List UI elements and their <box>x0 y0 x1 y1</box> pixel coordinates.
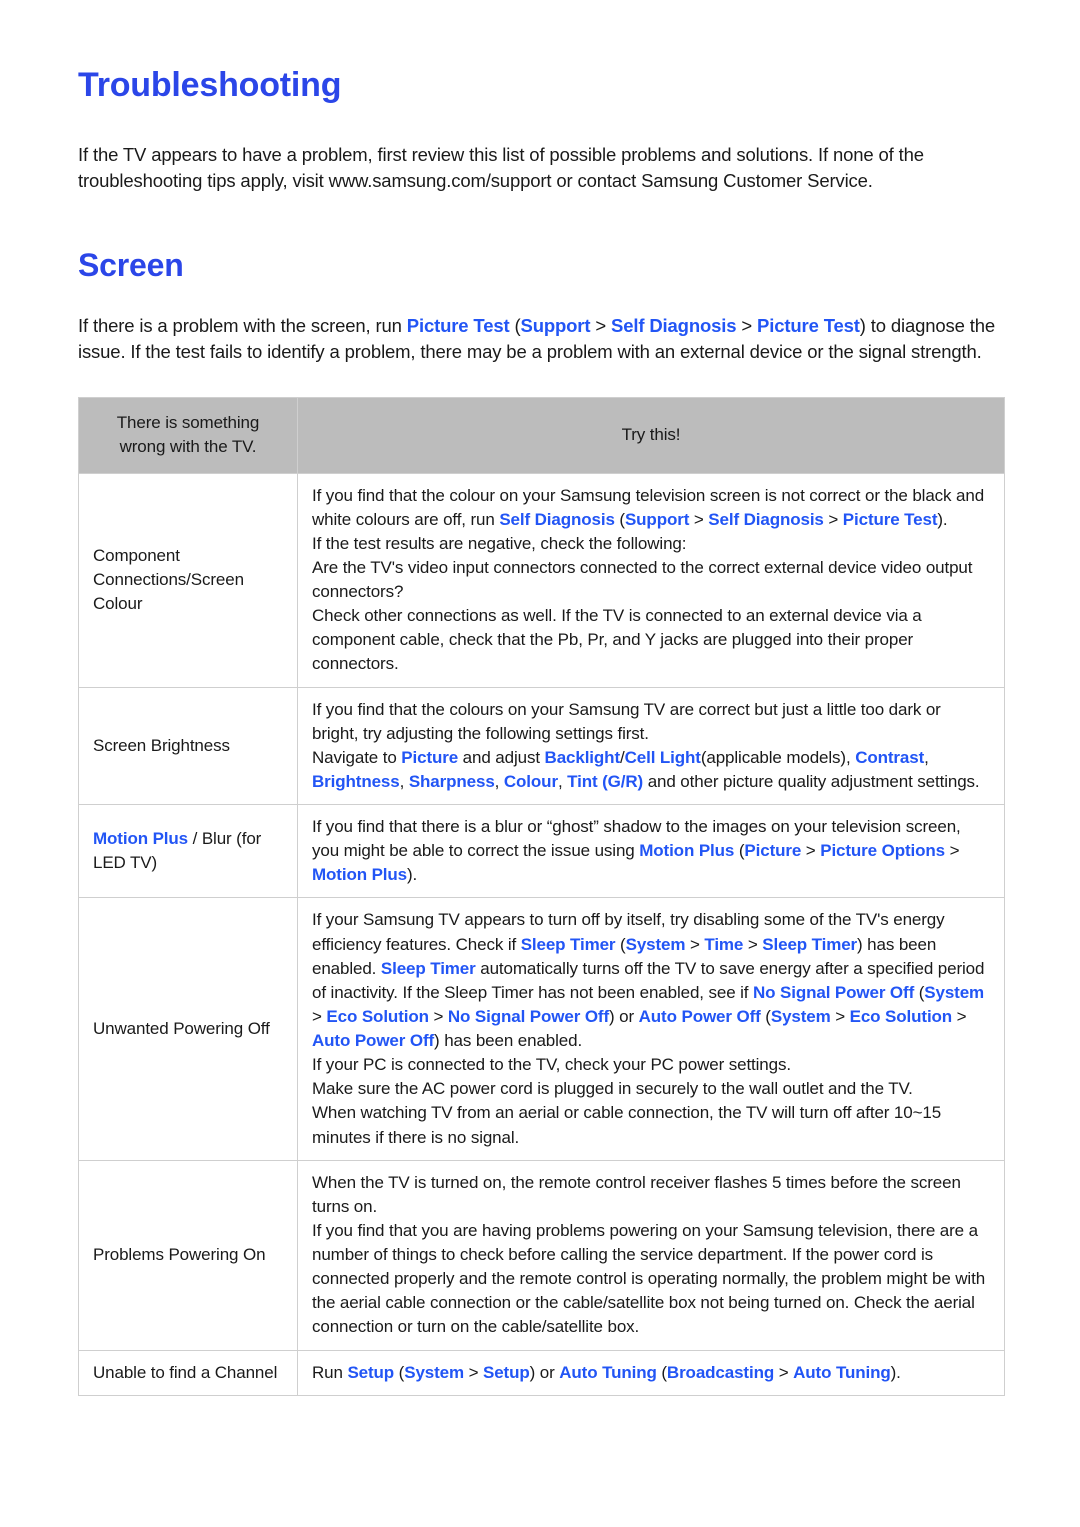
link-backlight: Backlight <box>544 747 621 767</box>
link-time: Time <box>704 934 744 954</box>
section-title-screen: Screen <box>78 247 184 284</box>
link-picture-test: Picture Test <box>842 509 938 529</box>
document-page: Troubleshooting If the TV appears to hav… <box>0 0 1080 1527</box>
table-row: Component Connections/Screen Colour If y… <box>78 472 1005 688</box>
row-body-component-connections: If you find that the colour on your Sams… <box>297 472 1005 688</box>
section-intro-paragraph: If there is a problem with the screen, r… <box>78 283 1002 366</box>
link-self-diagnosis: Self Diagnosis <box>708 509 824 529</box>
row-label-component-connections: Component Connections/Screen Colour <box>78 472 298 688</box>
link-system: System <box>770 1006 831 1026</box>
link-eco-solution: Eco Solution <box>849 1006 953 1026</box>
body-text: When the TV is turned on, the remote con… <box>312 1172 986 1337</box>
troubleshooting-table: There is something wrong with the TV. Tr… <box>78 397 1005 1396</box>
link-support: Support <box>624 509 690 529</box>
row-body-unwanted-powering-off: If your Samsung TV appears to turn off b… <box>297 897 1005 1161</box>
table-row: Problems Powering On When the TV is turn… <box>78 1159 1005 1351</box>
link-eco-solution: Eco Solution <box>326 1006 429 1026</box>
link-motion-plus: Motion Plus <box>93 829 189 849</box>
row-label-motion-plus: Motion Plus / Blur (for LED TV) <box>78 804 298 899</box>
body-text: Run <box>312 1362 348 1382</box>
table-row: Motion Plus / Blur (for LED TV) If you f… <box>78 804 1005 899</box>
link-auto-power-off: Auto Power Off <box>638 1006 761 1026</box>
column-header-solution: Try this! <box>297 397 1005 474</box>
page-title: Troubleshooting <box>78 66 342 104</box>
link-tint-gr: Tint (G/R) <box>567 771 644 791</box>
column-header-problem: There is something wrong with the TV. <box>78 397 298 474</box>
row-label-unable-to-find-channel: Unable to find a Channel <box>78 1349 298 1396</box>
link-system: System <box>924 982 985 1002</box>
link-auto-tuning: Auto Tuning <box>793 1362 891 1382</box>
link-picture: Picture <box>744 841 802 861</box>
link-auto-power-off: Auto Power Off <box>312 1031 435 1051</box>
link-colour: Colour <box>503 771 558 791</box>
table-row: Unable to find a Channel Run Setup (Syst… <box>78 1349 1005 1396</box>
row-body-unable-to-find-channel: Run Setup (System > Setup) or Auto Tunin… <box>297 1349 1005 1396</box>
row-body-motion-plus: If you find that there is a blur or “gho… <box>297 804 1005 899</box>
link-picture: Picture <box>401 747 459 767</box>
link-auto-tuning: Auto Tuning <box>559 1362 657 1382</box>
link-motion-plus: Motion Plus <box>639 841 735 861</box>
link-sleep-timer: Sleep Timer <box>762 934 858 954</box>
link-brightness: Brightness <box>312 771 400 791</box>
link-picture-options: Picture Options <box>820 841 945 861</box>
table-row: Screen Brightness If you find that the c… <box>78 686 1005 806</box>
row-body-problems-powering-on: When the TV is turned on, the remote con… <box>297 1159 1005 1351</box>
row-body-screen-brightness: If you find that the colours on your Sam… <box>297 686 1005 806</box>
link-support: Support <box>520 314 591 336</box>
link-no-signal-power-off: No Signal Power Off <box>447 1006 610 1026</box>
section-intro-pre: If there is a problem with the screen, r… <box>78 314 407 336</box>
row-label-screen-brightness: Screen Brightness <box>78 686 298 806</box>
link-motion-plus: Motion Plus <box>312 865 408 885</box>
intro-paragraph: If the TV appears to have a problem, fir… <box>78 143 924 191</box>
link-picture-test: Picture Test <box>406 314 510 336</box>
link-cell-light: Cell Light <box>624 747 701 767</box>
link-sharpness: Sharpness <box>408 771 495 791</box>
table-row: Unwanted Powering Off If your Samsung TV… <box>78 897 1005 1161</box>
chevron-separator: > <box>736 314 758 336</box>
link-picture-test-2: Picture Test <box>757 314 860 336</box>
link-sleep-timer: Sleep Timer <box>520 934 616 954</box>
table-header-row: There is something wrong with the TV. Tr… <box>78 397 1005 474</box>
row-label-unwanted-powering-off: Unwanted Powering Off <box>78 897 298 1161</box>
row-label-problems-powering-on: Problems Powering On <box>78 1159 298 1351</box>
link-self-diagnosis: Self Diagnosis <box>611 314 737 336</box>
link-broadcasting: Broadcasting <box>666 1362 775 1382</box>
link-setup: Setup <box>483 1362 530 1382</box>
paren-open: ( <box>509 314 521 336</box>
link-system: System <box>625 934 686 954</box>
link-no-signal-power-off: No Signal Power Off <box>753 982 915 1002</box>
link-sleep-timer: Sleep Timer <box>380 958 476 978</box>
chevron-separator: > <box>590 314 612 336</box>
link-contrast: Contrast <box>855 747 925 767</box>
link-self-diagnosis: Self Diagnosis <box>499 509 615 529</box>
link-system: System <box>404 1362 464 1382</box>
link-setup: Setup <box>347 1362 395 1382</box>
